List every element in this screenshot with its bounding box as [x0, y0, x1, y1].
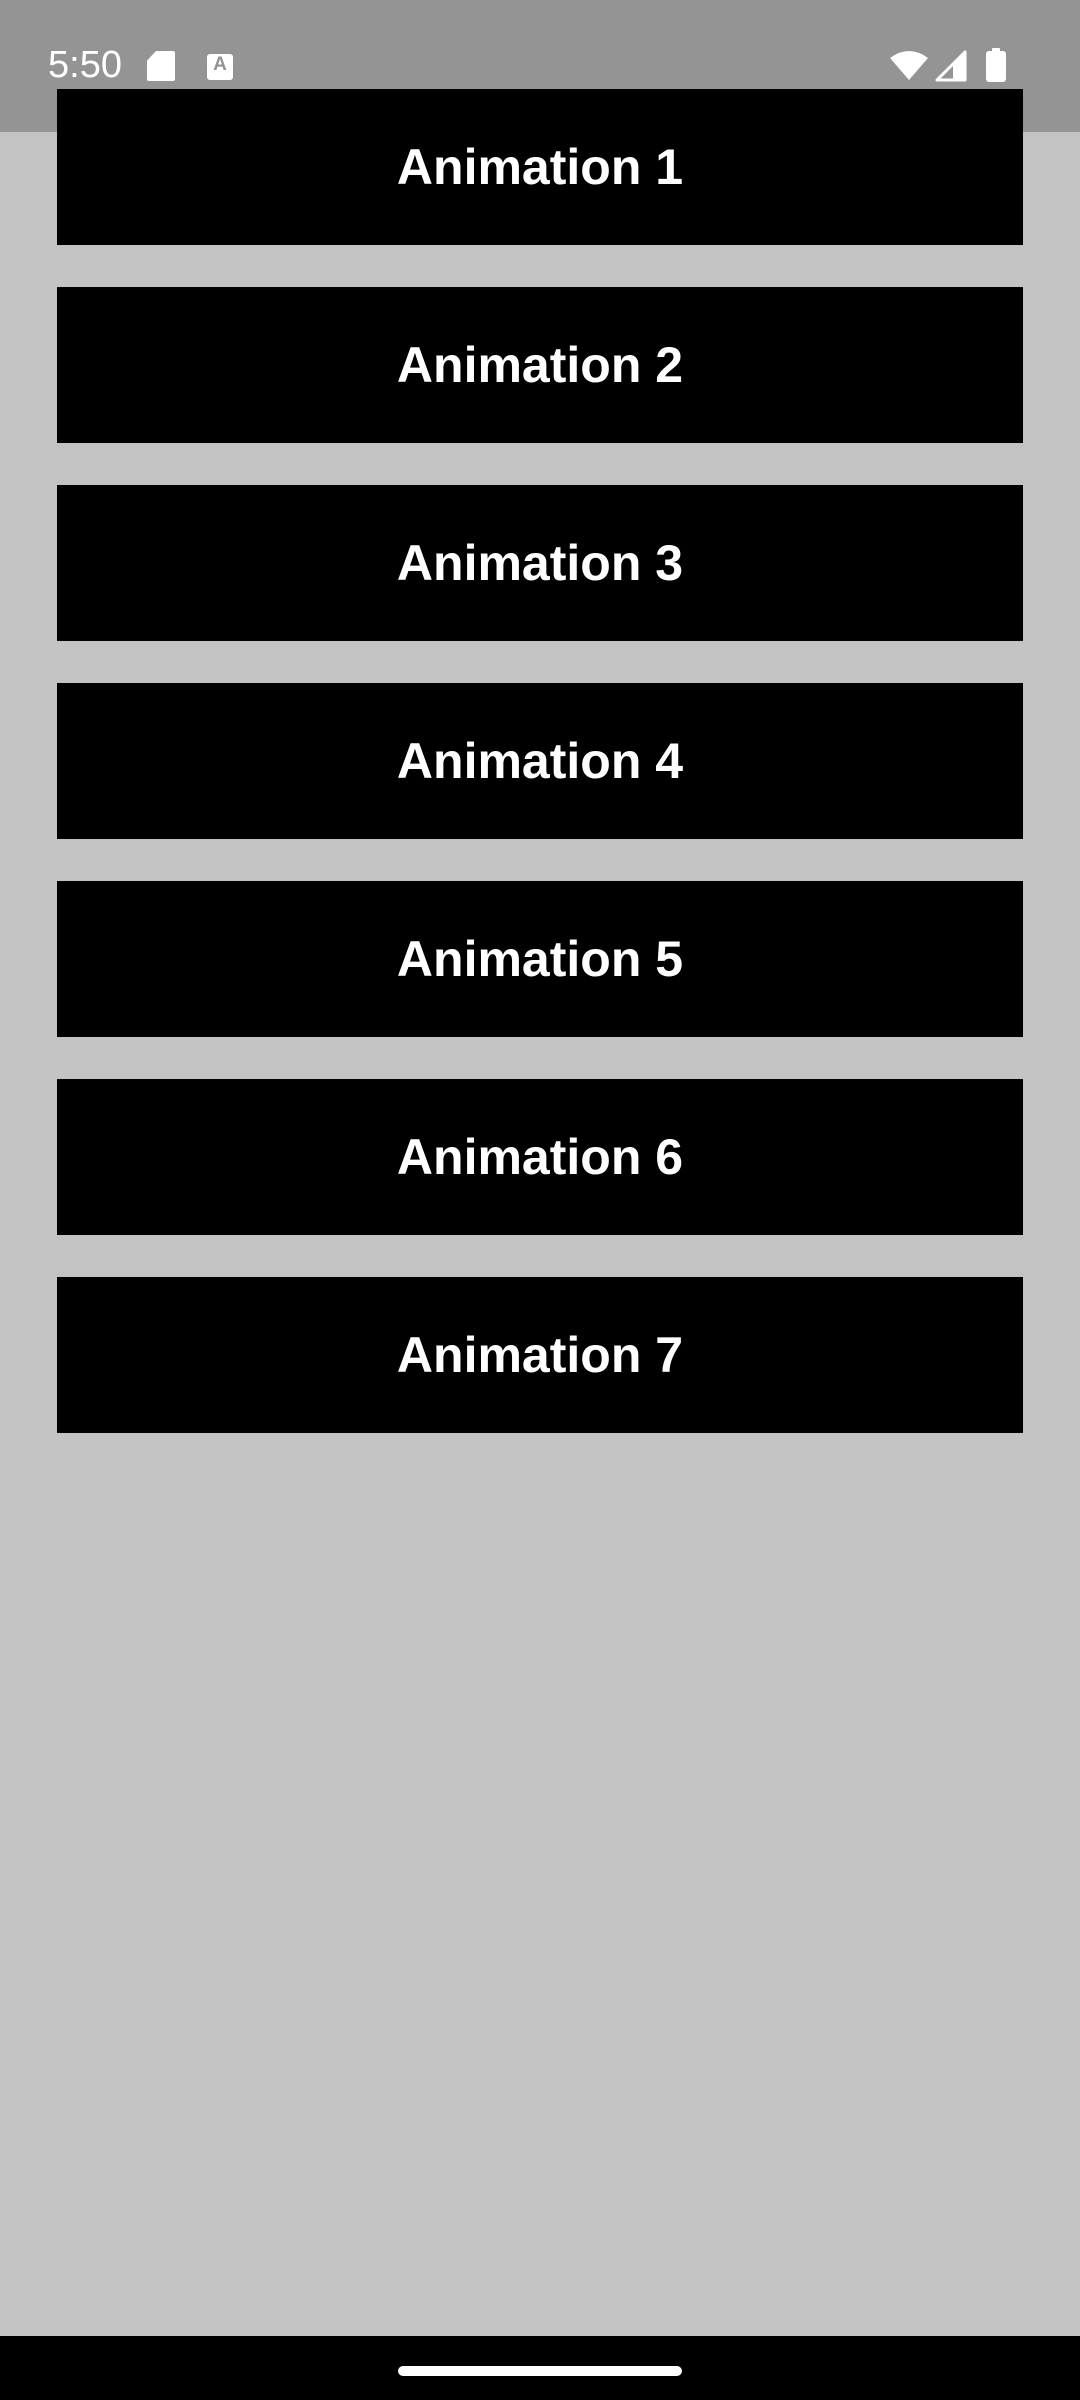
battery-body — [986, 51, 1006, 82]
navigation-bar — [0, 2336, 1080, 2400]
animation-2-button[interactable]: Animation 2 — [57, 287, 1023, 443]
animation-4-button[interactable]: Animation 4 — [57, 683, 1023, 839]
battery-icon — [986, 48, 1006, 82]
status-time: 5:50 — [48, 44, 122, 86]
text-a-icon: A — [207, 54, 233, 80]
animation-6-button[interactable]: Animation 6 — [57, 1079, 1023, 1235]
animation-5-button[interactable]: Animation 5 — [57, 881, 1023, 1037]
animation-1-button[interactable]: Animation 1 — [57, 89, 1023, 245]
animation-7-button[interactable]: Animation 7 — [57, 1277, 1023, 1433]
cell-signal-icon — [935, 50, 967, 82]
animation-3-button[interactable]: Animation 3 — [57, 485, 1023, 641]
home-gesture-handle[interactable] — [398, 2366, 682, 2376]
sd-card-icon — [147, 51, 175, 81]
wifi-icon — [890, 51, 928, 80]
